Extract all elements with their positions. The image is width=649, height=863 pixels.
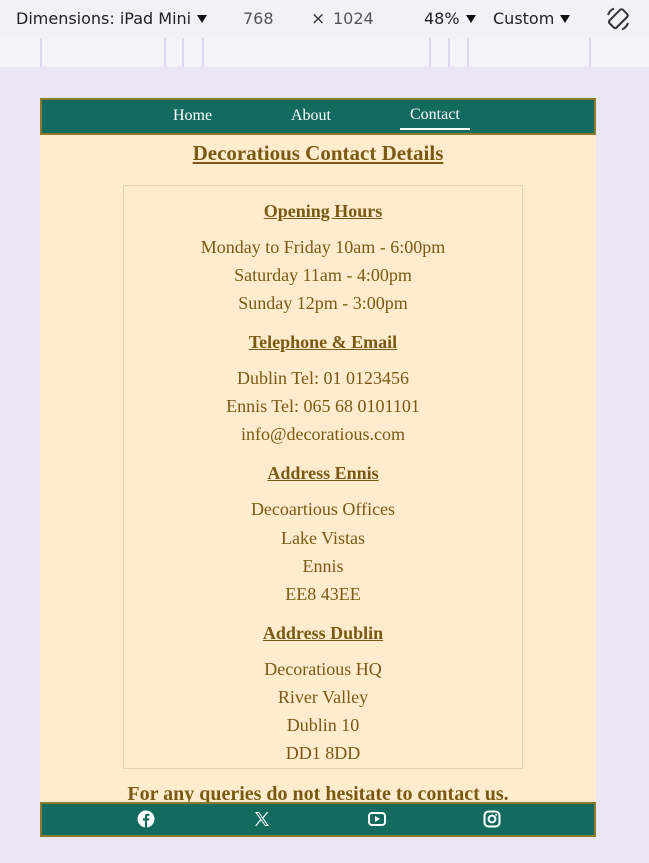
media-query-ruler: [0, 38, 649, 67]
chevron-down-icon: [197, 14, 208, 23]
x-icon[interactable]: [253, 810, 271, 828]
devtools-toolbar: Dimensions: iPad Mini 768 × 1024 48% Cus…: [0, 0, 649, 38]
address-line: Ennis: [302, 556, 344, 576]
nav-about-link[interactable]: About: [291, 107, 331, 125]
address-ennis-heading: Address Ennis: [267, 463, 379, 483]
times-symbol: ×: [311, 9, 326, 29]
dimensions-label: Dimensions: iPad Mini: [16, 9, 192, 28]
dimensions-dropdown[interactable]: Dimensions: iPad Mini: [16, 9, 208, 28]
hours-line: Saturday 11am - 4:00pm: [234, 265, 412, 285]
ennis-tel: Ennis Tel: 065 68 0101101: [226, 396, 420, 416]
nav-contact-link[interactable]: Contact: [400, 106, 470, 130]
youtube-icon[interactable]: [368, 810, 386, 828]
telephone-email-heading: Telephone & Email: [248, 332, 398, 352]
zoom-label: 48%: [424, 9, 460, 28]
device-viewport: Home About Contact Decoratious Contact D…: [40, 98, 596, 837]
rotate-icon[interactable]: [604, 5, 632, 33]
address-dublin-heading: Address Dublin: [262, 623, 384, 643]
top-nav: Home About Contact: [40, 98, 596, 135]
chevron-down-icon: [465, 14, 476, 23]
throttle-label: Custom: [493, 9, 555, 28]
facebook-icon[interactable]: [137, 810, 155, 828]
opening-hours-heading: Opening Hours: [263, 201, 383, 221]
page-title: Decoratious Contact Details: [192, 141, 444, 165]
address-line: Lake Vistas: [280, 528, 366, 548]
address-line: Decoratious HQ: [264, 659, 382, 679]
hours-line: Sunday 12pm - 3:00pm: [238, 293, 408, 313]
address-line: Decoartious Offices: [250, 499, 396, 519]
zoom-dropdown[interactable]: 48%: [424, 9, 476, 28]
hours-line: Monday to Friday 10am - 6:00pm: [200, 237, 446, 257]
address-line: River Valley: [277, 687, 369, 707]
height-input[interactable]: 1024: [327, 4, 393, 34]
contact-card: Opening Hours Monday to Friday 10am - 6:…: [123, 185, 523, 769]
social-footer: [40, 802, 596, 837]
address-line: EE8 43EE: [285, 584, 361, 604]
dublin-tel: Dublin Tel: 01 0123456: [237, 368, 409, 388]
address-line: DD1 8DD: [285, 743, 361, 763]
instagram-icon[interactable]: [483, 810, 501, 828]
width-input[interactable]: 768: [237, 4, 297, 34]
nav-home-link[interactable]: Home: [173, 107, 212, 125]
chevron-down-icon: [560, 14, 571, 23]
throttle-dropdown[interactable]: Custom: [493, 9, 571, 28]
email-address[interactable]: info@decoratious.com: [124, 424, 522, 445]
address-line: Dublin 10: [286, 715, 360, 735]
